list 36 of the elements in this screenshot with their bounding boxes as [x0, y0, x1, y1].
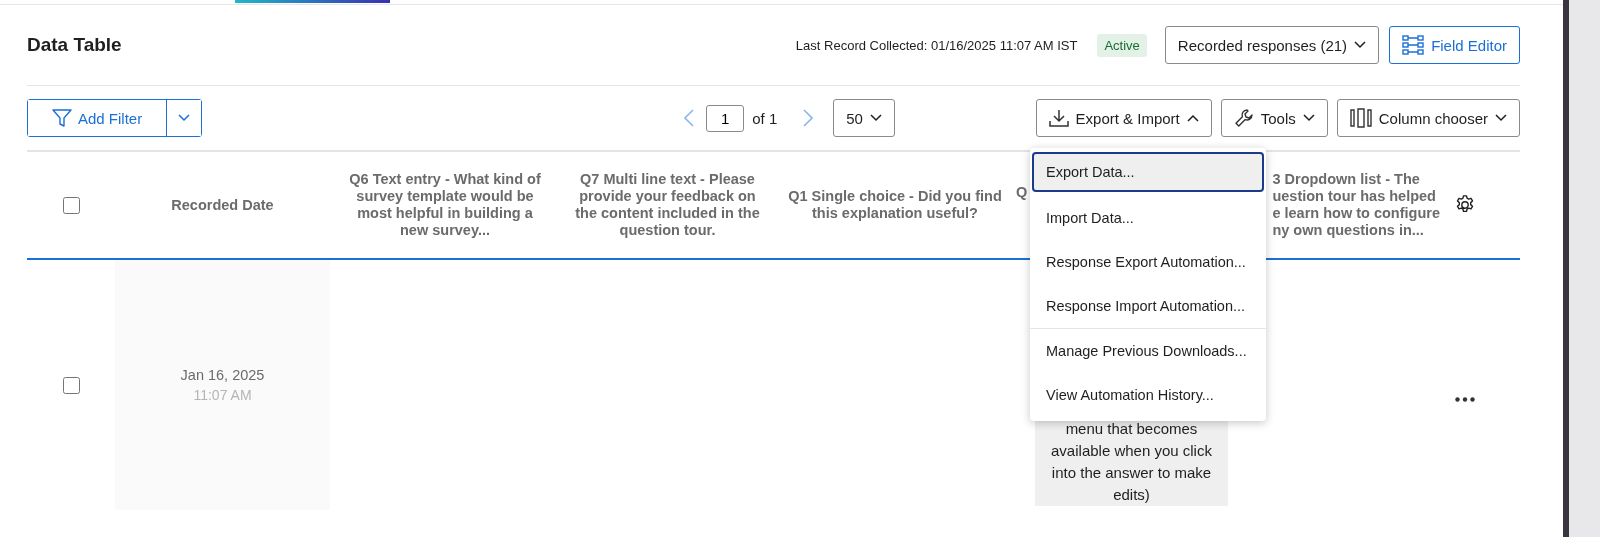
column-header: Q7 Multi line text - Please provide your feedback on the content included in the question tour. [574, 171, 761, 239]
caret-icon [1302, 114, 1315, 122]
page-title: Data Table [27, 34, 123, 56]
filter-icon [52, 108, 72, 128]
page-input[interactable]: 1 [706, 104, 745, 132]
responses-select[interactable]: Recorded responses (21) [1164, 26, 1380, 64]
download-icon [1048, 109, 1069, 127]
flow-icon [1402, 35, 1425, 55]
add-filter-button[interactable]: Add Filter [28, 100, 168, 136]
column-header: Q6 Text entry - What kind of survey template would be most helpful in building a new survey... [348, 171, 542, 239]
toolbar-dropdown[interactable]: Tools [1220, 99, 1328, 137]
caret-up-icon [1186, 114, 1199, 122]
column-header: Q1 Single choice - Did you find this explanation useful? [787, 188, 1003, 222]
caret-icon [1495, 114, 1507, 122]
status-badge: Active [1097, 33, 1147, 57]
caret-icon [869, 114, 882, 122]
column-header: Recorded Date [171, 196, 274, 214]
column-header: Q [1016, 183, 1028, 201]
toolbar-dropdown[interactable]: Column chooser [1336, 99, 1520, 137]
last-record-text: Last Record Collected: 01/16/2025 11:07 AM IST [795, 37, 1078, 53]
page-count: of 1 [752, 109, 778, 127]
caret-icon [1354, 41, 1367, 49]
field-editor-button[interactable]: Field Editor [1389, 26, 1520, 64]
recorded-date: Jan 16, 2025 [180, 367, 265, 383]
wrench-icon [1233, 108, 1254, 128]
row-checkbox[interactable] [62, 376, 80, 394]
columns-icon [1349, 108, 1372, 128]
more-icon[interactable] [1455, 396, 1475, 402]
caret-icon [178, 114, 191, 122]
toolbar-dropdown[interactable]: Export & Import [1035, 99, 1212, 137]
recorded-time: 11:07 AM [193, 387, 252, 403]
cell-text: menu that becomes available when you click into the answer to make edits) [1050, 419, 1213, 505]
menu-item[interactable]: Export Data... [1032, 152, 1264, 192]
select-all-checkbox[interactable] [62, 196, 80, 214]
page-size-select[interactable]: 50 [833, 99, 895, 137]
column-header: 3 Dropdown list - The uestion tour has helped e learn how to configure ny own questions in... [1272, 171, 1440, 239]
